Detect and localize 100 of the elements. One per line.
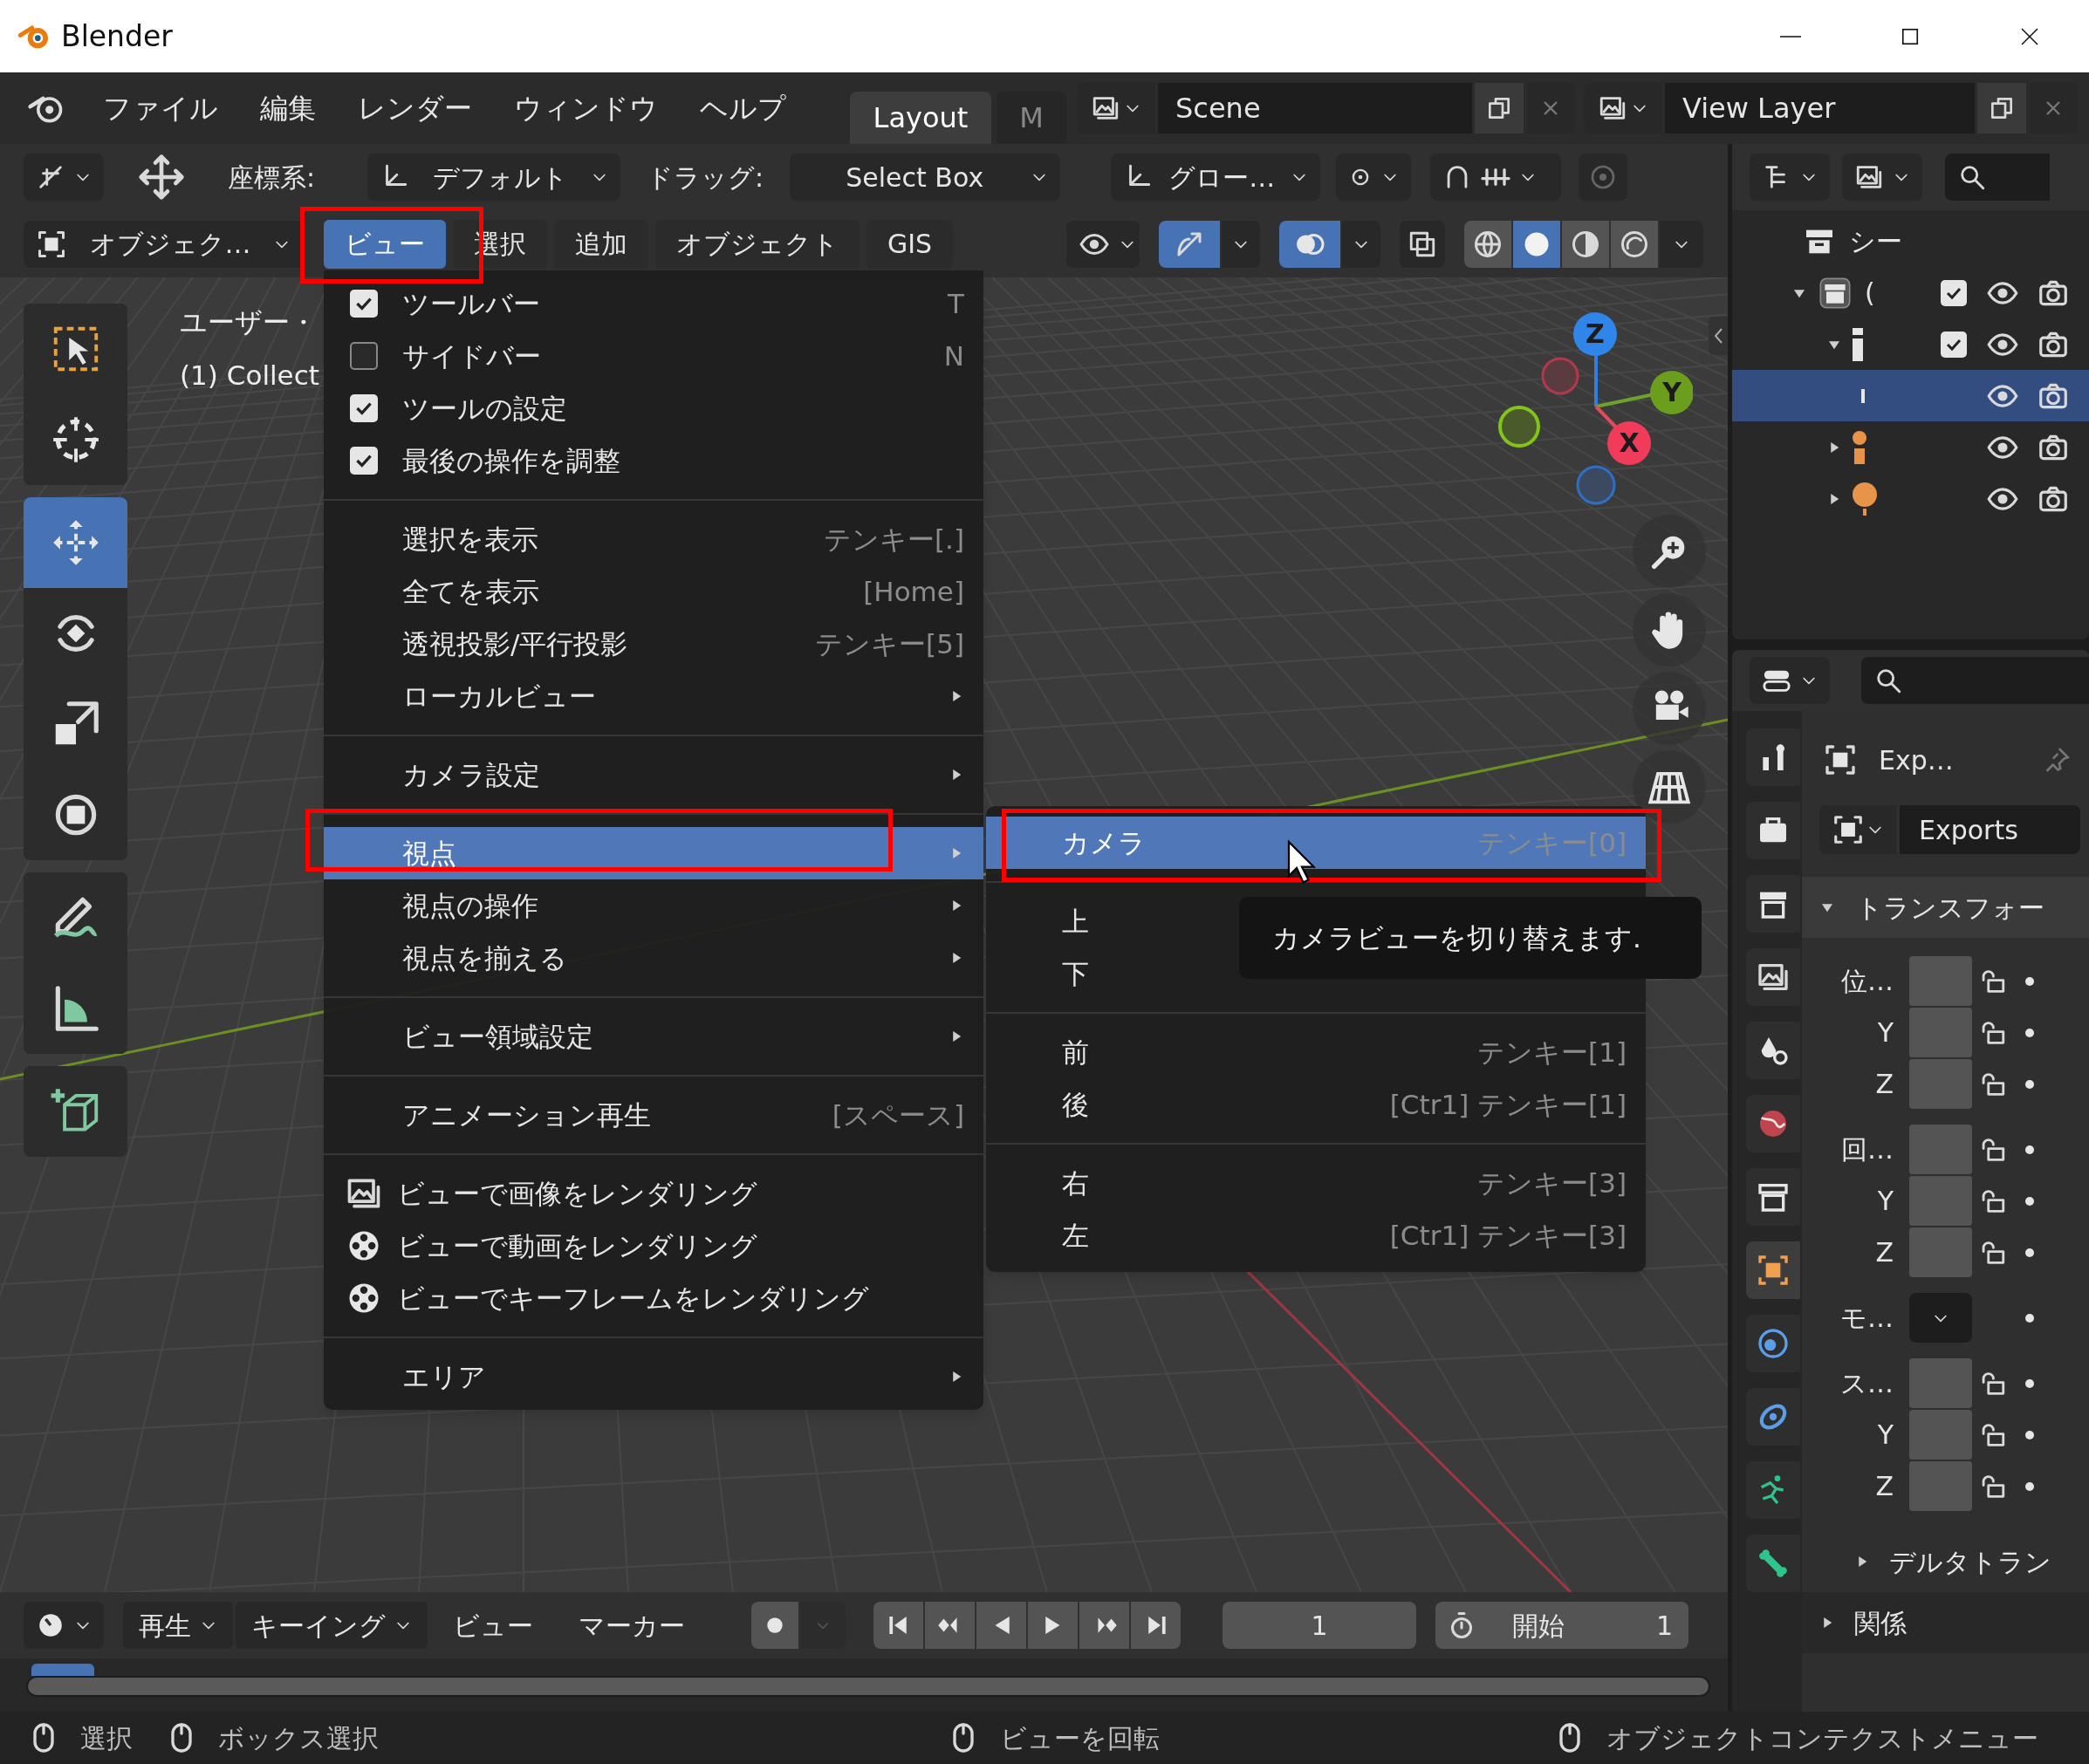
navigation-button[interactable] <box>1633 515 1706 588</box>
orientation-dropdown[interactable]: デフォルト <box>367 154 621 201</box>
workspace-tab[interactable]: Layout <box>850 92 991 144</box>
checkbox[interactable] <box>350 290 378 318</box>
menu-item[interactable]: ビューで動画をレンダリング <box>324 1220 983 1272</box>
outliner-row[interactable] <box>1732 370 2089 421</box>
axis-handle[interactable] <box>1541 357 1579 395</box>
filter-dropdown[interactable] <box>1842 154 1922 201</box>
transform-orientation-dropdown[interactable]: グロー… <box>1111 154 1321 201</box>
checkbox[interactable] <box>350 447 378 475</box>
properties-tab[interactable] <box>1746 1095 1800 1152</box>
menu-item[interactable]: 透視投影/平行投影 テンキー[5] <box>324 618 983 670</box>
search-field[interactable] <box>1945 154 2050 201</box>
menu-item[interactable]: ビュー <box>430 1602 556 1649</box>
menu-item[interactable]: 視点の操作 <box>324 879 983 932</box>
menu-item[interactable]: ローカルビュー <box>324 670 983 722</box>
menu-dropdown[interactable]: キーイング <box>236 1602 428 1649</box>
outliner-row[interactable]: シー <box>1732 215 2089 267</box>
header-menu[interactable]: 追加 <box>554 219 648 269</box>
visibility-dropdown[interactable] <box>1066 220 1140 268</box>
proportional-edit-toggle[interactable] <box>1579 154 1628 201</box>
number-field[interactable] <box>1909 1410 1972 1460</box>
number-field[interactable] <box>1909 1358 1972 1408</box>
menu-item[interactable]: 前 テンキー[1] <box>986 1026 1646 1078</box>
number-field[interactable] <box>1909 1176 1972 1226</box>
menu-item[interactable]: アニメーション再生 [スペース] <box>324 1089 983 1141</box>
playback-button[interactable] <box>976 1602 1026 1649</box>
editor-type-dropdown[interactable] <box>24 1602 104 1649</box>
view-layer-field[interactable]: View Layer <box>1665 83 1975 133</box>
properties-tab[interactable] <box>1746 1241 1800 1299</box>
menu-item[interactable]: 視点を揃える <box>324 932 983 984</box>
playback-button[interactable] <box>873 1602 923 1649</box>
menu-item[interactable]: ツールの設定 <box>324 382 983 434</box>
properties-tab[interactable] <box>1746 802 1800 859</box>
menu-item[interactable]: カメラ設定 <box>324 749 983 801</box>
panel-header[interactable]: 関係 <box>1854 1603 1907 1643</box>
copy-button[interactable] <box>1475 83 1524 133</box>
menu-item[interactable]: 全てを表示 [Home] <box>324 565 983 618</box>
checkbox[interactable] <box>1941 331 1967 358</box>
axis-handle[interactable] <box>1576 465 1616 505</box>
start-frame-field[interactable]: 開始 1 <box>1435 1602 1688 1649</box>
axis-handle[interactable]: Z <box>1573 312 1617 356</box>
properties-tab[interactable] <box>1746 875 1800 933</box>
number-field[interactable] <box>1909 1008 1972 1057</box>
pivot-dropdown[interactable] <box>1336 154 1412 201</box>
checkbox[interactable] <box>1941 279 1967 306</box>
axis-handle[interactable]: X <box>1607 421 1651 465</box>
snap-toggle[interactable] <box>1430 154 1562 201</box>
checkbox[interactable] <box>350 394 378 422</box>
mode-dropdown[interactable]: オブジェク… <box>24 220 303 268</box>
properties-tab[interactable] <box>1746 1535 1800 1592</box>
menu-item[interactable]: ビューでキーフレームをレンダリング <box>324 1272 983 1324</box>
axis-handle[interactable] <box>1498 406 1540 448</box>
shading-button[interactable] <box>1464 220 1511 268</box>
menu-item[interactable]: 最後の操作を調整 <box>324 434 983 487</box>
playback-button[interactable] <box>1028 1602 1078 1649</box>
menu-item[interactable]: ヘルプ <box>679 82 807 134</box>
properties-tab[interactable] <box>1746 1168 1800 1226</box>
workspace-tab[interactable]: M <box>997 92 1066 144</box>
menu-item[interactable]: 選択を表示 テンキー[.] <box>324 513 983 565</box>
menu-item[interactable]: ビューで画像をレンダリング <box>324 1167 983 1220</box>
scene-field[interactable]: Scene <box>1158 83 1472 133</box>
record-button[interactable] <box>751 1602 798 1649</box>
gizmo-toggle[interactable] <box>1159 220 1220 268</box>
menu-item[interactable]: レンダー <box>337 82 493 134</box>
navigation-button[interactable] <box>1633 750 1706 824</box>
editor-type-dropdown[interactable] <box>1750 657 1830 704</box>
menu-item[interactable]: 右 テンキー[3] <box>986 1157 1646 1209</box>
menu-item[interactable]: 編集 <box>239 82 337 134</box>
checkbox[interactable] <box>350 342 378 370</box>
timeline-scrollbar[interactable] <box>26 1676 1710 1697</box>
properties-tab[interactable] <box>1746 1388 1800 1446</box>
properties-tab[interactable] <box>1746 948 1800 1006</box>
menu-item[interactable]: 後 [Ctr1] テンキー[1] <box>986 1078 1646 1131</box>
menu-item[interactable]: 視点 <box>324 827 983 879</box>
menu-item[interactable]: ツールバー T <box>324 277 983 330</box>
datablock-dropdown[interactable] <box>1819 805 1896 854</box>
outliner-row[interactable]: ( <box>1732 267 2089 318</box>
sidebar-toggle[interactable] <box>1709 317 1728 355</box>
object-data-field[interactable]: Exports <box>1900 805 2080 854</box>
number-field[interactable] <box>1909 956 1972 1006</box>
overlay-toggle[interactable] <box>1279 220 1340 268</box>
display-mode-dropdown[interactable] <box>1750 154 1830 201</box>
navigation-button[interactable] <box>1633 593 1706 667</box>
properties-tab[interactable] <box>1746 1461 1800 1519</box>
playback-button[interactable] <box>925 1602 975 1649</box>
menu-item[interactable]: サイドバー N <box>324 330 983 382</box>
playback-button[interactable] <box>1079 1602 1129 1649</box>
axis-handle[interactable]: Y <box>1650 371 1693 414</box>
menu-item[interactable]: カメラ テンキー[0] <box>986 817 1646 869</box>
xray-toggle[interactable] <box>1400 220 1445 268</box>
shading-button[interactable] <box>1611 220 1658 268</box>
snap-dropdown[interactable] <box>24 154 104 201</box>
menu-item[interactable]: 左 [Ctr1] テンキー[3] <box>986 1209 1646 1261</box>
menu-item[interactable]: ファイル <box>82 82 239 134</box>
properties-tab[interactable] <box>1746 1315 1800 1372</box>
properties-tab[interactable] <box>1746 728 1800 786</box>
menu-dropdown[interactable]: 再生 <box>123 1602 233 1649</box>
copy-button[interactable] <box>1977 83 2026 133</box>
menu-item[interactable]: マーカー <box>556 1602 708 1649</box>
